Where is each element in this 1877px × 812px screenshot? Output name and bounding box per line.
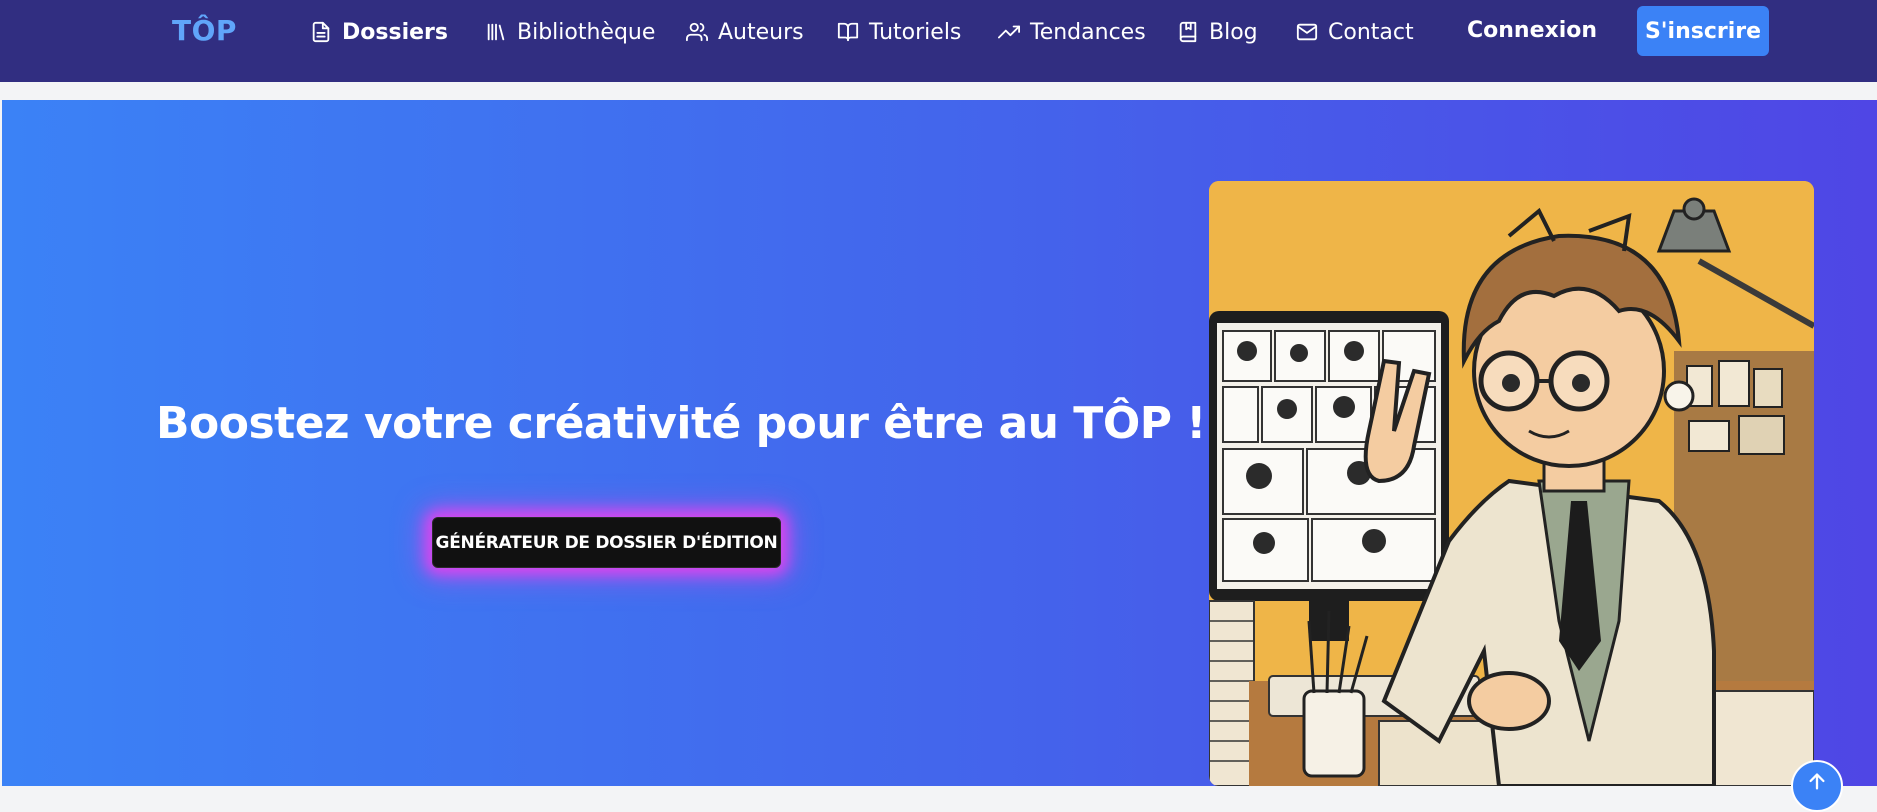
signup-button[interactable]: S'inscrire — [1637, 6, 1769, 56]
dossier-generator-button[interactable]: GÉNÉRATEUR DE DOSSIER D'ÉDITION — [432, 517, 781, 568]
library-icon — [487, 23, 505, 41]
brand-logo[interactable]: TÔP — [172, 14, 237, 47]
navbar-spacer — [0, 82, 1877, 100]
nav-item-tutoriels[interactable]: Tutoriels — [837, 17, 961, 47]
nav-item-blog[interactable]: Blog — [1177, 17, 1258, 47]
nav-item-label: Dossiers — [342, 19, 448, 45]
login-link[interactable]: Connexion — [1467, 18, 1597, 43]
arrow-up-icon — [1809, 773, 1825, 790]
nav-item-auteurs[interactable]: Auteurs — [686, 17, 804, 47]
nav-item-label: Bibliothèque — [517, 19, 656, 45]
nav-item-bibliotheque[interactable]: Bibliothèque — [485, 17, 655, 47]
navbar: TÔP Dossiers Bibliothèque Auteurs Tutori… — [0, 0, 1877, 82]
users-icon — [686, 22, 708, 42]
nav-item-contact[interactable]: Contact — [1296, 17, 1414, 47]
nav-item-dossiers[interactable]: Dossiers — [310, 17, 448, 47]
nav-item-label: Blog — [1209, 19, 1258, 45]
nav-item-label: Tutoriels — [869, 19, 962, 45]
nav-item-label: Contact — [1328, 19, 1414, 45]
scroll-to-top-button[interactable] — [1791, 760, 1843, 812]
book-open-icon — [837, 22, 859, 42]
nav-item-tendances[interactable]: Tendances — [998, 17, 1146, 47]
nav-item-label: Auteurs — [718, 19, 804, 45]
trending-up-icon — [998, 25, 1020, 39]
bookmark-book-icon — [1179, 21, 1197, 43]
document-icon — [312, 21, 330, 43]
nav-item-label: Tendances — [1030, 19, 1146, 45]
hero-title: Boostez votre créativité pour être au TÔ… — [156, 398, 1206, 449]
manga-artist-illustration — [1209, 181, 1814, 786]
mail-icon — [1296, 23, 1318, 41]
